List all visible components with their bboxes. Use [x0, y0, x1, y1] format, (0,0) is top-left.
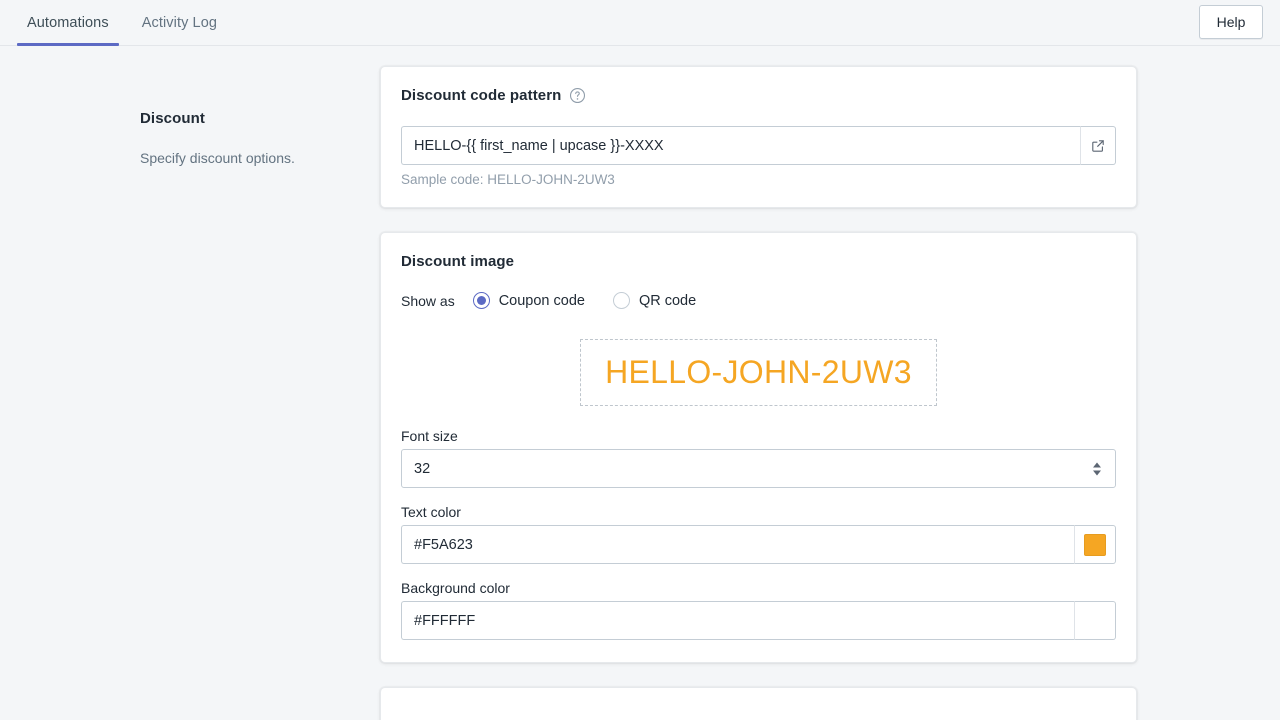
tab-activity-log-label: Activity Log [142, 15, 217, 31]
font-size-stepper[interactable] [1093, 462, 1101, 475]
settings-column: Discount code pattern [380, 66, 1137, 720]
page-body: Discount Specify discount options. Disco… [0, 46, 1280, 720]
discount-code-pattern-title: Discount code pattern [401, 87, 1116, 104]
tab-list: Automations Activity Log [0, 0, 227, 46]
tab-automations-label: Automations [27, 15, 109, 31]
text-color-label: Text color [401, 504, 1116, 520]
discount-image-title: Discount image [401, 253, 1116, 270]
stepper-up-icon[interactable] [1093, 462, 1101, 467]
question-circle-icon[interactable] [569, 87, 586, 104]
discount-code-pattern-input-row [401, 126, 1116, 165]
radio-option-coupon-code[interactable]: Coupon code [473, 292, 585, 309]
discount-code-pattern-title-text: Discount code pattern [401, 87, 561, 104]
background-color-input-row [401, 601, 1116, 640]
discount-image-card: Discount image Show as Coupon code QR co… [380, 232, 1137, 663]
font-size-value: 32 [414, 461, 430, 477]
radio-qr-code-indicator[interactable] [613, 292, 630, 309]
help-button[interactable]: Help [1199, 5, 1263, 39]
discount-image-title-text: Discount image [401, 253, 514, 270]
tab-activity-log[interactable]: Activity Log [132, 0, 227, 46]
font-size-field: Font size 32 [401, 428, 1116, 488]
help-button-label: Help [1217, 14, 1246, 30]
background-color-swatch-button[interactable] [1074, 601, 1116, 640]
section-description: Specify discount options. [140, 149, 340, 169]
coupon-preview-code: HELLO-JOHN-2UW3 [605, 353, 912, 391]
text-color-field: Text color [401, 504, 1116, 564]
radio-coupon-code-label: Coupon code [499, 293, 585, 309]
radio-qr-code-label: QR code [639, 293, 696, 309]
coupon-preview-wrapper: HELLO-JOHN-2UW3 [401, 339, 1116, 406]
sample-code-text: Sample code: HELLO-JOHN-2UW3 [401, 172, 1116, 187]
tab-automations[interactable]: Automations [17, 0, 119, 46]
discount-code-pattern-card: Discount code pattern [380, 66, 1137, 208]
font-size-input-wrapper[interactable]: 32 [401, 449, 1116, 488]
section-title: Discount [140, 110, 340, 127]
share-external-icon [1090, 138, 1106, 154]
font-size-label: Font size [401, 428, 1116, 444]
discount-code-pattern-input[interactable] [401, 126, 1080, 165]
show-as-label: Show as [401, 293, 455, 309]
background-color-label: Background color [401, 580, 1116, 596]
text-color-swatch [1084, 534, 1106, 556]
show-as-radio-group: Show as Coupon code QR code [401, 292, 1116, 309]
radio-coupon-code-indicator[interactable] [473, 292, 490, 309]
background-color-swatch [1084, 610, 1106, 632]
text-color-swatch-button[interactable] [1074, 525, 1116, 564]
top-navigation-bar: Automations Activity Log Help [0, 0, 1280, 46]
background-color-input[interactable] [401, 601, 1074, 640]
next-section-card-partial [380, 687, 1137, 720]
share-external-icon-button[interactable] [1080, 126, 1116, 165]
text-color-input-row [401, 525, 1116, 564]
coupon-preview-box: HELLO-JOHN-2UW3 [580, 339, 937, 406]
text-color-input[interactable] [401, 525, 1074, 564]
background-color-field: Background color [401, 580, 1116, 640]
radio-option-qr-code[interactable]: QR code [613, 292, 696, 309]
section-description-column: Discount Specify discount options. [0, 66, 380, 720]
stepper-down-icon[interactable] [1093, 470, 1101, 475]
